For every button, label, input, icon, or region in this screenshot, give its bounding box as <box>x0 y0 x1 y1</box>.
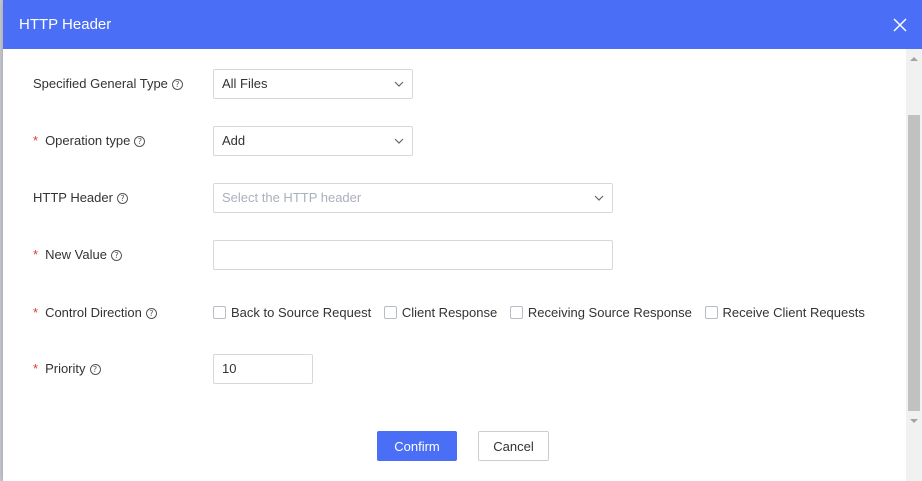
help-icon[interactable]: ? <box>89 364 101 375</box>
checkbox-box[interactable] <box>383 306 397 319</box>
http-header-select[interactable]: Select the HTTP header <box>213 183 613 213</box>
confirm-button[interactable]: Confirm <box>377 431 457 461</box>
required-mark: * <box>33 305 39 320</box>
checkbox-box[interactable] <box>509 306 523 319</box>
required-mark: * <box>33 133 39 148</box>
form-row-new-value: * New Value? <box>3 240 907 270</box>
form-row-priority: * Priority? 10 <box>3 354 907 384</box>
checkbox-box[interactable] <box>704 306 718 319</box>
priority-value: 10 <box>222 361 237 376</box>
vertical-scrollbar[interactable] <box>906 49 922 481</box>
http-header-placeholder: Select the HTTP header <box>222 190 362 205</box>
dialog-body: Specified General Type? All Files * Opera… <box>3 49 907 481</box>
operation-type-value: Add <box>222 133 246 148</box>
priority-label: * Priority? <box>33 354 101 384</box>
control-direction-label: * Control Direction? <box>33 298 157 328</box>
checkbox-back-to-source-request[interactable]: Back to Source Request <box>213 298 371 328</box>
help-icon[interactable]: ? <box>134 136 146 147</box>
control-direction-options: Back to Source Request Client Response R… <box>213 298 874 328</box>
checkbox-receive-client-requests[interactable]: Receive Client Requests <box>704 298 865 328</box>
scroll-up-icon[interactable] <box>910 57 918 61</box>
dialog-title: HTTP Header <box>19 16 112 33</box>
form-row-control-direction: * Control Direction? Back to Source Reque… <box>3 298 907 328</box>
new-value-input[interactable] <box>213 240 613 270</box>
scroll-down-icon[interactable] <box>910 419 918 423</box>
scrollbar-thumb[interactable] <box>908 115 920 411</box>
help-icon[interactable]: ? <box>110 250 122 261</box>
form-row-general-type: Specified General Type? All Files <box>3 69 907 99</box>
general-type-label: Specified General Type? <box>33 69 183 99</box>
http-header-label: HTTP Header? <box>33 183 128 213</box>
chevron-down-icon <box>394 81 404 87</box>
priority-input[interactable]: 10 <box>213 354 313 384</box>
http-header-dialog: HTTP Header Specified General Type? All … <box>3 0 922 481</box>
form-row-operation-type: * Operation type? Add <box>3 126 907 156</box>
operation-type-select[interactable]: Add <box>213 126 413 156</box>
required-mark: * <box>33 361 39 376</box>
form-row-http-header: HTTP Header? Select the HTTP header <box>3 183 907 213</box>
chevron-down-icon <box>594 195 604 201</box>
dialog-header: HTTP Header <box>3 0 922 49</box>
checkbox-box[interactable] <box>213 306 226 319</box>
chevron-down-icon <box>394 138 404 144</box>
close-icon[interactable] <box>890 15 910 35</box>
new-value-label: * New Value? <box>33 240 122 270</box>
checkbox-client-response[interactable]: Client Response <box>383 298 497 328</box>
general-type-select[interactable]: All Files <box>213 69 413 99</box>
checkbox-receiving-source-response[interactable]: Receiving Source Response <box>509 298 692 328</box>
general-type-value: All Files <box>222 76 268 91</box>
cancel-button[interactable]: Cancel <box>478 431 549 461</box>
help-icon[interactable]: ? <box>171 79 183 90</box>
help-icon[interactable]: ? <box>116 193 128 204</box>
required-mark: * <box>33 247 39 262</box>
help-icon[interactable]: ? <box>145 308 157 319</box>
operation-type-label: * Operation type? <box>33 126 146 156</box>
